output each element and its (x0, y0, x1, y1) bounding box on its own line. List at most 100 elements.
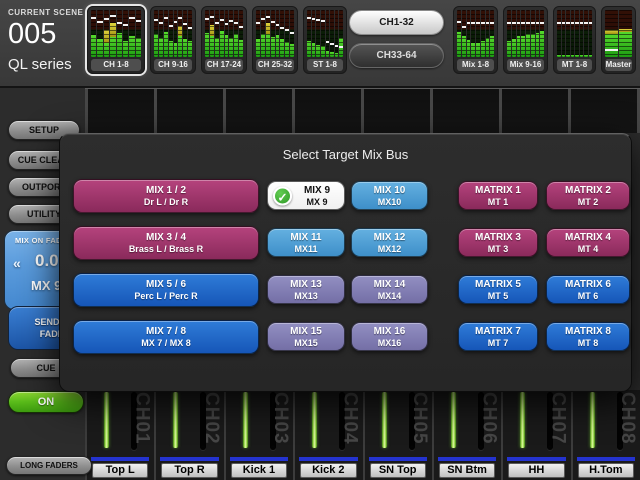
meter-bar (220, 10, 224, 57)
collapse-chevrons-icon[interactable]: « (13, 255, 21, 271)
meter-bar (575, 10, 579, 57)
mix-bus-button-mix-12[interactable]: MIX 12MX12 (351, 228, 428, 257)
meter-level (462, 36, 466, 57)
meter-bar (481, 10, 485, 57)
meter-block-st-1-8[interactable]: ST 1-8 (303, 6, 347, 74)
meter-peak-indicator (507, 22, 511, 24)
mix-bus-button-mix-5-6[interactable]: MIX 5 / 6Perc L / Perc R (73, 273, 259, 307)
meter-block-mix-1-8[interactable]: Mix 1-8 (453, 6, 498, 74)
mix-bus-button-matrix-5[interactable]: MATRIX 5MT 5 (458, 275, 538, 304)
channel-name-label[interactable]: Top L (92, 463, 148, 478)
meter-peak-indicator (261, 18, 265, 20)
meter-level (326, 51, 330, 57)
channel-strip-ch06[interactable]: CH06SN Btm (432, 390, 501, 480)
on-button[interactable]: ON (8, 391, 84, 413)
meter-level (91, 35, 96, 57)
mix-bus-button-matrix-8[interactable]: MATRIX 8MT 8 (546, 322, 630, 351)
channel-number-label: CH05 (410, 392, 429, 445)
fader-level-indicator[interactable] (590, 392, 595, 448)
meter-level (178, 36, 182, 57)
fader-level-indicator[interactable] (173, 392, 178, 448)
channel-name-label[interactable]: SN Top (370, 463, 426, 478)
meter-peak-indicator (117, 22, 122, 24)
mix-bus-button-mix-1-2[interactable]: MIX 1 / 2Dr L / Dr R (73, 179, 259, 213)
mix-bus-button-matrix-7[interactable]: MATRIX 7MT 7 (458, 322, 538, 351)
meter-level (619, 32, 632, 57)
channel-strip-ch04[interactable]: CH04Kick 2 (293, 390, 362, 480)
top-bar: CURRENT SCENE 005 QL series CH 1-8CH 9-1… (0, 0, 640, 88)
meter-level (584, 55, 588, 57)
meter-block-ch-1-8[interactable]: CH 1-8 (87, 6, 145, 74)
mix-bus-button-mix-3-4[interactable]: MIX 3 / 4Brass L / Brass R (73, 226, 259, 260)
meter-bar (225, 10, 229, 57)
channel-strip-ch08[interactable]: CH08H.Tom (571, 390, 640, 480)
meter-bars (457, 10, 494, 57)
channel-strip-ch02[interactable]: CH02Top R (154, 390, 223, 480)
meter-peak-indicator (589, 22, 593, 24)
mix-bus-button-mix-11[interactable]: MIX 11MX11 (267, 228, 345, 257)
long-faders-button[interactable]: LONG FADERS (6, 456, 92, 475)
meter-bar (290, 10, 294, 57)
mix-bus-button-line1: MATRIX 2 (547, 185, 629, 196)
meter-bar (321, 10, 325, 57)
ql-stagemix-screen: CURRENT SCENE 005 QL series CH 1-8CH 9-1… (0, 0, 640, 480)
meter-block-ch-25-32[interactable]: CH 25-32 (252, 6, 298, 74)
mix-bus-button-line1: MATRIX 6 (547, 279, 629, 290)
channel-name-label[interactable]: H.Tom (578, 463, 634, 478)
meter-bars (307, 10, 343, 57)
channel-strip-ch03[interactable]: CH03Kick 1 (224, 390, 293, 480)
fader-level-indicator[interactable] (520, 392, 525, 448)
fader-level-indicator[interactable] (451, 392, 456, 448)
meter-block-ch-9-16[interactable]: CH 9-16 (150, 6, 196, 74)
mix-bus-button-mix-13[interactable]: MIX 13MX13 (267, 275, 345, 304)
fader-level-indicator[interactable] (243, 392, 248, 448)
channel-strip-ch05[interactable]: CH05 SN Top (363, 390, 432, 480)
channel-name-label[interactable]: Kick 2 (300, 463, 356, 478)
current-scene-panel[interactable]: CURRENT SCENE 005 QL series (8, 8, 86, 73)
channel-strip-ch07[interactable]: CH07HH (501, 390, 570, 480)
meter-level (316, 45, 320, 57)
bank-button-ch33-64[interactable]: CH33-64 (349, 43, 444, 68)
meter-bar (316, 10, 320, 57)
mix-bus-button-matrix-1[interactable]: MATRIX 1MT 1 (458, 181, 538, 210)
bank-button-ch1-32[interactable]: CH1-32 (349, 10, 444, 35)
meter-bar (117, 10, 122, 57)
channel-name-label[interactable]: HH (508, 463, 564, 478)
meter-level (97, 39, 102, 57)
meter-peak-indicator (540, 22, 544, 24)
mix-bus-button-matrix-4[interactable]: MATRIX 4MT 4 (546, 228, 630, 257)
channel-name-label[interactable]: Top R (161, 463, 217, 478)
mix-bus-button-mix-10[interactable]: MIX 10MX10 (351, 181, 428, 210)
mix-bus-button-mix-14[interactable]: MIX 14MX14 (351, 275, 428, 304)
channel-name-label[interactable]: SN Btm (439, 463, 495, 478)
mix-bus-button-mix-16[interactable]: MIX 16MX16 (351, 322, 428, 351)
channel-strip-ch01[interactable]: CH01Top L (85, 390, 154, 480)
meter-level-yellow (210, 25, 214, 36)
meter-level (261, 34, 265, 57)
meter-peak-indicator (566, 22, 570, 24)
meter-level (512, 39, 516, 57)
meter-block-master[interactable]: Master (601, 6, 636, 74)
meter-peak-indicator (266, 16, 270, 18)
meter-peak-indicator (91, 17, 96, 19)
meter-level (566, 55, 570, 57)
meter-level (210, 36, 214, 57)
fader-level-indicator[interactable] (312, 392, 317, 448)
meter-bar (266, 10, 270, 57)
fader-level-indicator[interactable] (104, 392, 109, 448)
meter-block-mt-1-8[interactable]: MT 1-8 (553, 6, 596, 74)
channel-name-label[interactable]: Kick 1 (231, 463, 287, 478)
mix-bus-button-mix-7-8[interactable]: MIX 7 / 8MX 7 / MX 8 (73, 320, 259, 354)
meter-bar (276, 10, 280, 57)
mix-bus-button-matrix-3[interactable]: MATRIX 3MT 3 (458, 228, 538, 257)
mix-bus-button-mix-9[interactable]: ✓MIX 9MX 9 (267, 181, 345, 210)
dialog-title: Select Target Mix Bus (60, 147, 631, 162)
meter-bar (571, 10, 575, 57)
fader-level-indicator[interactable] (382, 392, 387, 448)
meter-level (312, 43, 316, 57)
mix-bus-button-matrix-6[interactable]: MATRIX 6MT 6 (546, 275, 630, 304)
mix-bus-button-mix-15[interactable]: MIX 15MX15 (267, 322, 345, 351)
meter-block-ch-17-24[interactable]: CH 17-24 (201, 6, 247, 74)
meter-block-mix-9-16[interactable]: Mix 9-16 (503, 6, 548, 74)
mix-bus-button-matrix-2[interactable]: MATRIX 2MT 2 (546, 181, 630, 210)
